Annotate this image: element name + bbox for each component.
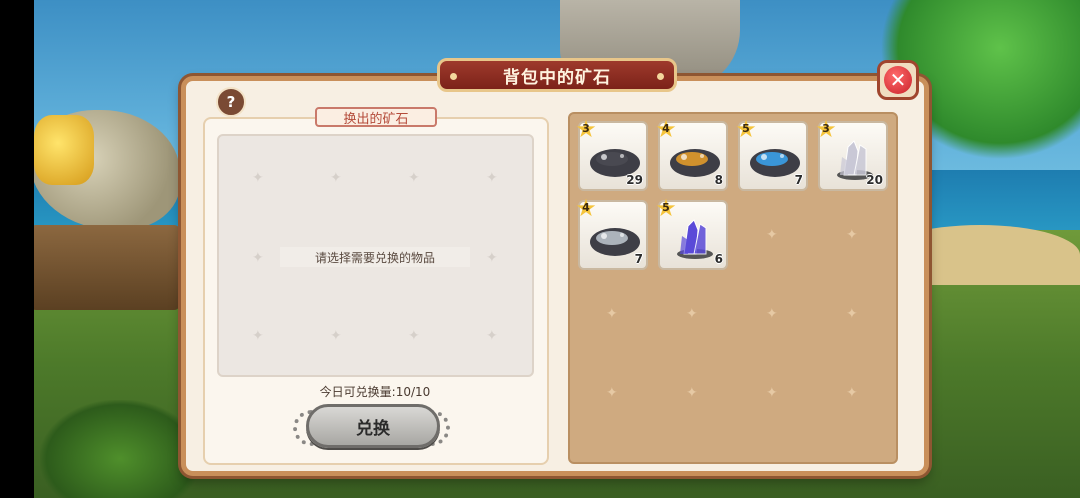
empty-slot-icon: ✦ bbox=[686, 385, 698, 401]
output-ore-tag: 换出的矿石 bbox=[315, 107, 437, 127]
opal-stone-icon bbox=[588, 216, 642, 256]
empty-slot-icon: ✦ bbox=[846, 227, 858, 243]
amethyst-crystal-icon bbox=[668, 216, 722, 259]
star-rank-value: 5 bbox=[742, 122, 750, 135]
item-count: 20 bbox=[866, 173, 883, 187]
inventory-item-rainbow-ore[interactable]: ★ 5 7 bbox=[735, 115, 808, 191]
mine-cart bbox=[30, 225, 180, 310]
slot-sparkle-icon: ✦ bbox=[408, 328, 420, 344]
empty-slot-icon: ✦ bbox=[606, 306, 618, 322]
star-rank-value: 5 bbox=[662, 201, 670, 214]
rivet-icon bbox=[657, 73, 664, 80]
star-rank-icon: ★ 5 bbox=[655, 194, 677, 222]
panel-title: 背包中的矿石 bbox=[503, 67, 611, 88]
star-rank-value: 4 bbox=[662, 122, 670, 135]
daily-exchange-limit: 今日可兑换量:10/10 bbox=[319, 385, 431, 399]
slot-sparkle-icon: ✦ bbox=[486, 170, 498, 186]
empty-slot-icon: ✦ bbox=[846, 306, 858, 322]
empty-slot-icon: ✦ bbox=[686, 306, 698, 322]
rainbow-ore-icon bbox=[748, 137, 802, 177]
gold-ore-icon bbox=[668, 137, 722, 177]
inventory-item-quartz-crystal[interactable]: ★ 3 20 bbox=[815, 115, 888, 191]
slot-sparkle-icon: ✦ bbox=[486, 328, 498, 344]
quartz-crystal-icon bbox=[828, 137, 882, 180]
star-rank-value: 3 bbox=[822, 122, 830, 135]
gold-deposit bbox=[34, 115, 94, 185]
question-mark-icon: ? bbox=[226, 93, 236, 111]
exchange-button[interactable]: 兑换 bbox=[306, 404, 440, 448]
dark-ore-icon bbox=[588, 137, 642, 177]
help-button[interactable]: ? bbox=[216, 87, 246, 117]
empty-slot-icon: ✦ bbox=[766, 227, 778, 243]
star-rank-icon: ★ 3 bbox=[815, 115, 837, 143]
slot-sparkle-icon: ✦ bbox=[408, 170, 420, 186]
inventory-item-gold-ore[interactable]: ★ 4 8 bbox=[655, 115, 728, 191]
item-count: 7 bbox=[634, 252, 643, 266]
close-icon: ✕ bbox=[884, 66, 912, 94]
empty-slot-icon: ✦ bbox=[606, 385, 618, 401]
item-count: 8 bbox=[714, 173, 723, 187]
screen-edge bbox=[0, 0, 34, 498]
bush bbox=[40, 400, 200, 498]
empty-slot-icon: ✦ bbox=[766, 385, 778, 401]
star-rank-icon: ★ 4 bbox=[575, 194, 597, 222]
slot-sparkle-icon: ✦ bbox=[252, 170, 264, 186]
empty-slot-icon: ✦ bbox=[846, 385, 858, 401]
select-item-hint: 请选择需要兑换的物品 bbox=[280, 247, 470, 267]
slot-sparkle-icon: ✦ bbox=[330, 170, 342, 186]
item-count: 7 bbox=[794, 173, 803, 187]
panel-title-bar: 背包中的矿石 bbox=[437, 58, 677, 92]
ore-inventory-grid: ✦ ✦ ✦ ✦ ✦ ✦ ✦ ✦ ✦ ✦ ★ 3 29 ★ 4 8 ★ 5 7 ★ 3 20 ★ 4 7 ★ 5 6 bbox=[568, 112, 898, 464]
item-count: 6 bbox=[714, 252, 723, 266]
star-rank-icon: ★ 5 bbox=[735, 115, 757, 143]
star-rank-icon: ★ 4 bbox=[655, 115, 677, 143]
exchange-button-label: 兑换 bbox=[356, 418, 390, 439]
inventory-item-opal-stone[interactable]: ★ 4 7 bbox=[575, 194, 648, 270]
star-rank-value: 4 bbox=[582, 201, 590, 214]
slot-sparkle-icon: ✦ bbox=[330, 328, 342, 344]
slot-sparkle-icon: ✦ bbox=[252, 250, 264, 266]
inventory-item-amethyst-crystal[interactable]: ★ 5 6 bbox=[655, 194, 728, 270]
slot-sparkle-icon: ✦ bbox=[486, 250, 498, 266]
star-rank-value: 3 bbox=[582, 122, 590, 135]
rivet-icon bbox=[450, 73, 457, 80]
empty-slot-icon: ✦ bbox=[766, 306, 778, 322]
output-ore-label: 换出的矿石 bbox=[343, 111, 409, 127]
star-rank-icon: ★ 3 bbox=[575, 115, 597, 143]
slot-sparkle-icon: ✦ bbox=[252, 328, 264, 344]
item-count: 29 bbox=[626, 173, 643, 187]
close-button[interactable]: ✕ bbox=[877, 60, 919, 100]
inventory-item-dark-ore[interactable]: ★ 3 29 bbox=[575, 115, 648, 191]
